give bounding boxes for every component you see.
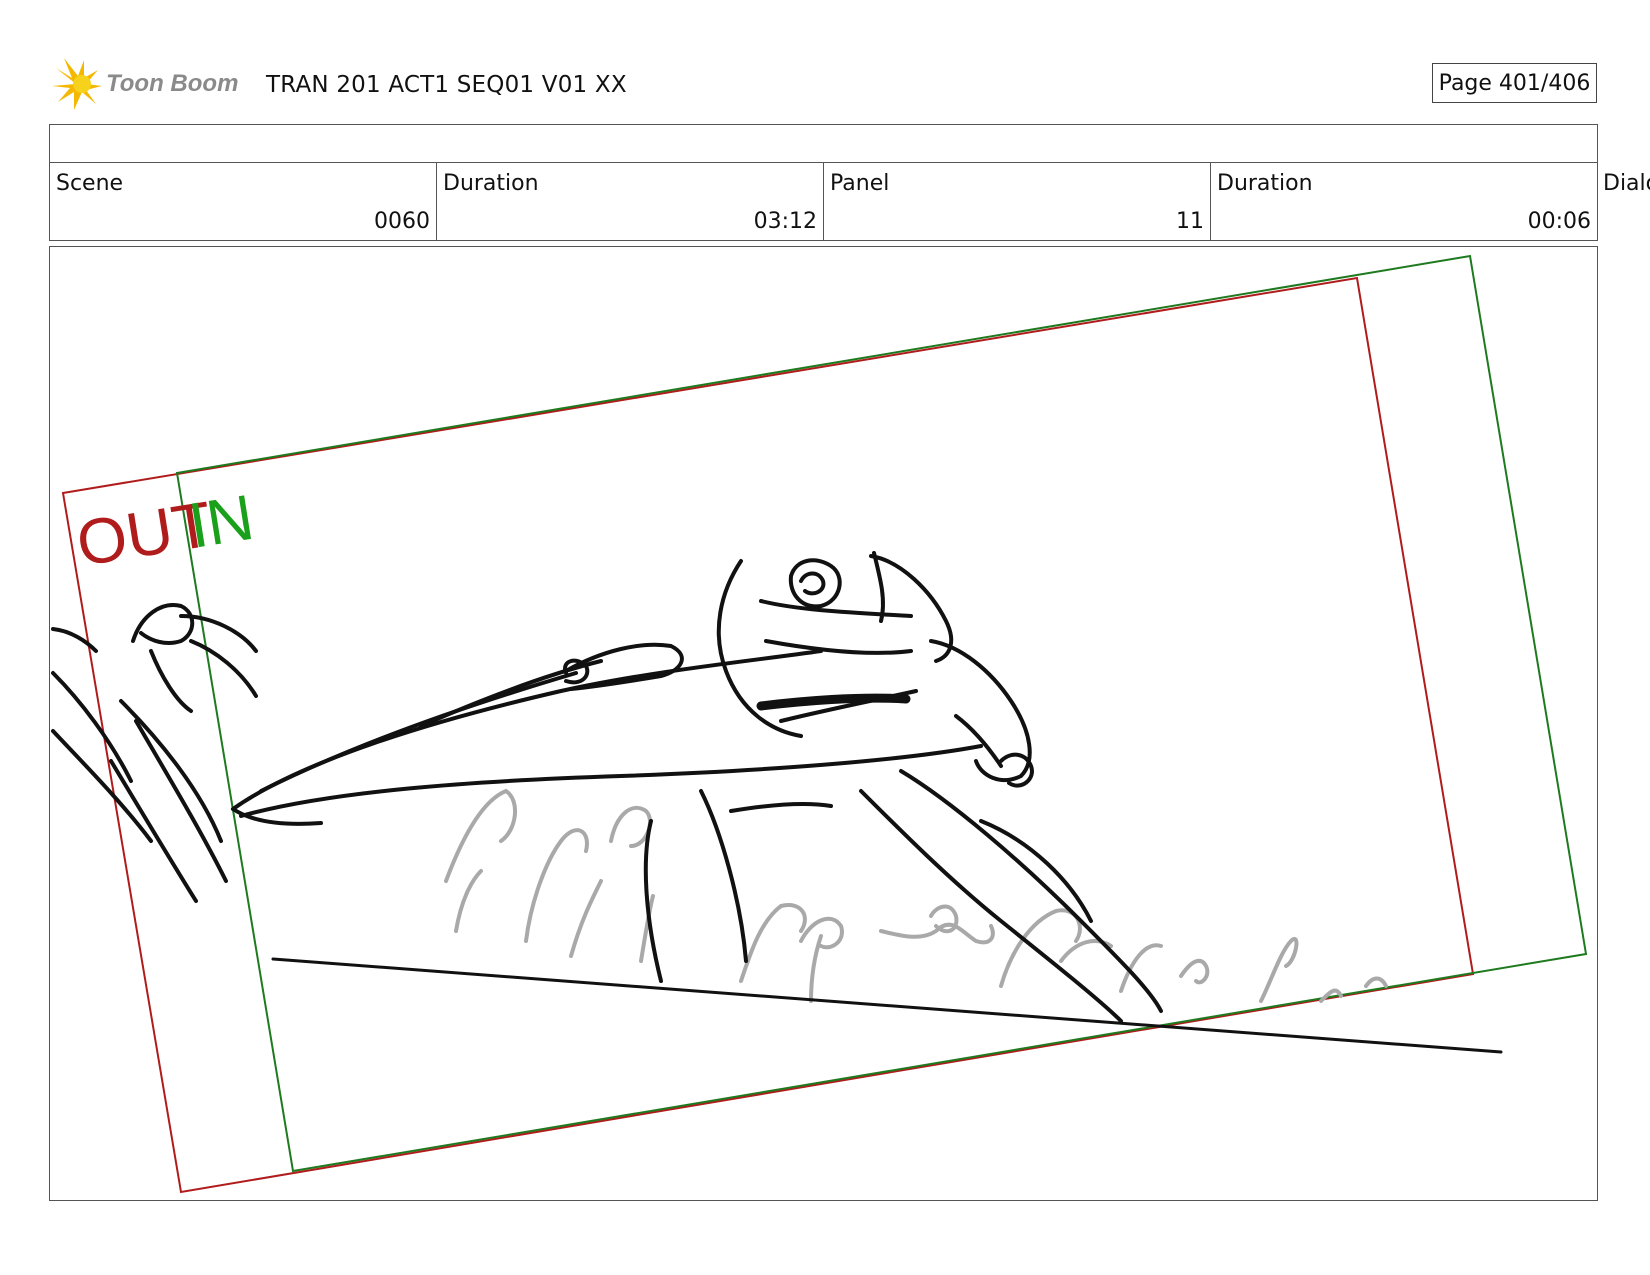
background-crowd-sketch	[444, 788, 1388, 1003]
panel-label: Panel	[830, 171, 890, 196]
panel-duration-cell: Duration 00:06	[1211, 163, 1597, 240]
storyboard-panel: OUT IN	[49, 246, 1598, 1201]
logo-wordmark: Toon Boom	[106, 70, 238, 97]
blank-header-row	[49, 124, 1598, 163]
toon-boom-logo: Toon Boom	[52, 58, 238, 110]
document-title: TRAN 201 ACT1 SEQ01 V01 XX	[266, 72, 627, 98]
character-action-sketch	[51, 551, 1503, 1054]
panel-duration-value: 00:06	[1527, 209, 1591, 234]
scene-label: Scene	[56, 171, 124, 196]
panel-value: 11	[1176, 209, 1204, 234]
starburst-icon	[52, 58, 102, 110]
page-number: Page 401/406	[1432, 63, 1597, 103]
scene-cell: Scene 0060	[50, 163, 437, 240]
dialog-label-partial: Dialo	[1603, 171, 1650, 196]
panel-duration-label: Duration	[1217, 171, 1313, 196]
scene-duration-cell: Duration 03:12	[437, 163, 824, 240]
scene-value: 0060	[374, 209, 430, 234]
in-camera-frame	[175, 254, 1588, 1173]
scene-duration-label: Duration	[443, 171, 539, 196]
in-frame-label: IN	[184, 481, 258, 562]
panel-sketch: OUT IN	[51, 254, 1588, 1194]
scene-duration-value: 03:12	[753, 209, 817, 234]
info-row: Scene 0060 Duration 03:12 Panel 11 Durat…	[49, 162, 1598, 241]
panel-cell: Panel 11	[824, 163, 1211, 240]
